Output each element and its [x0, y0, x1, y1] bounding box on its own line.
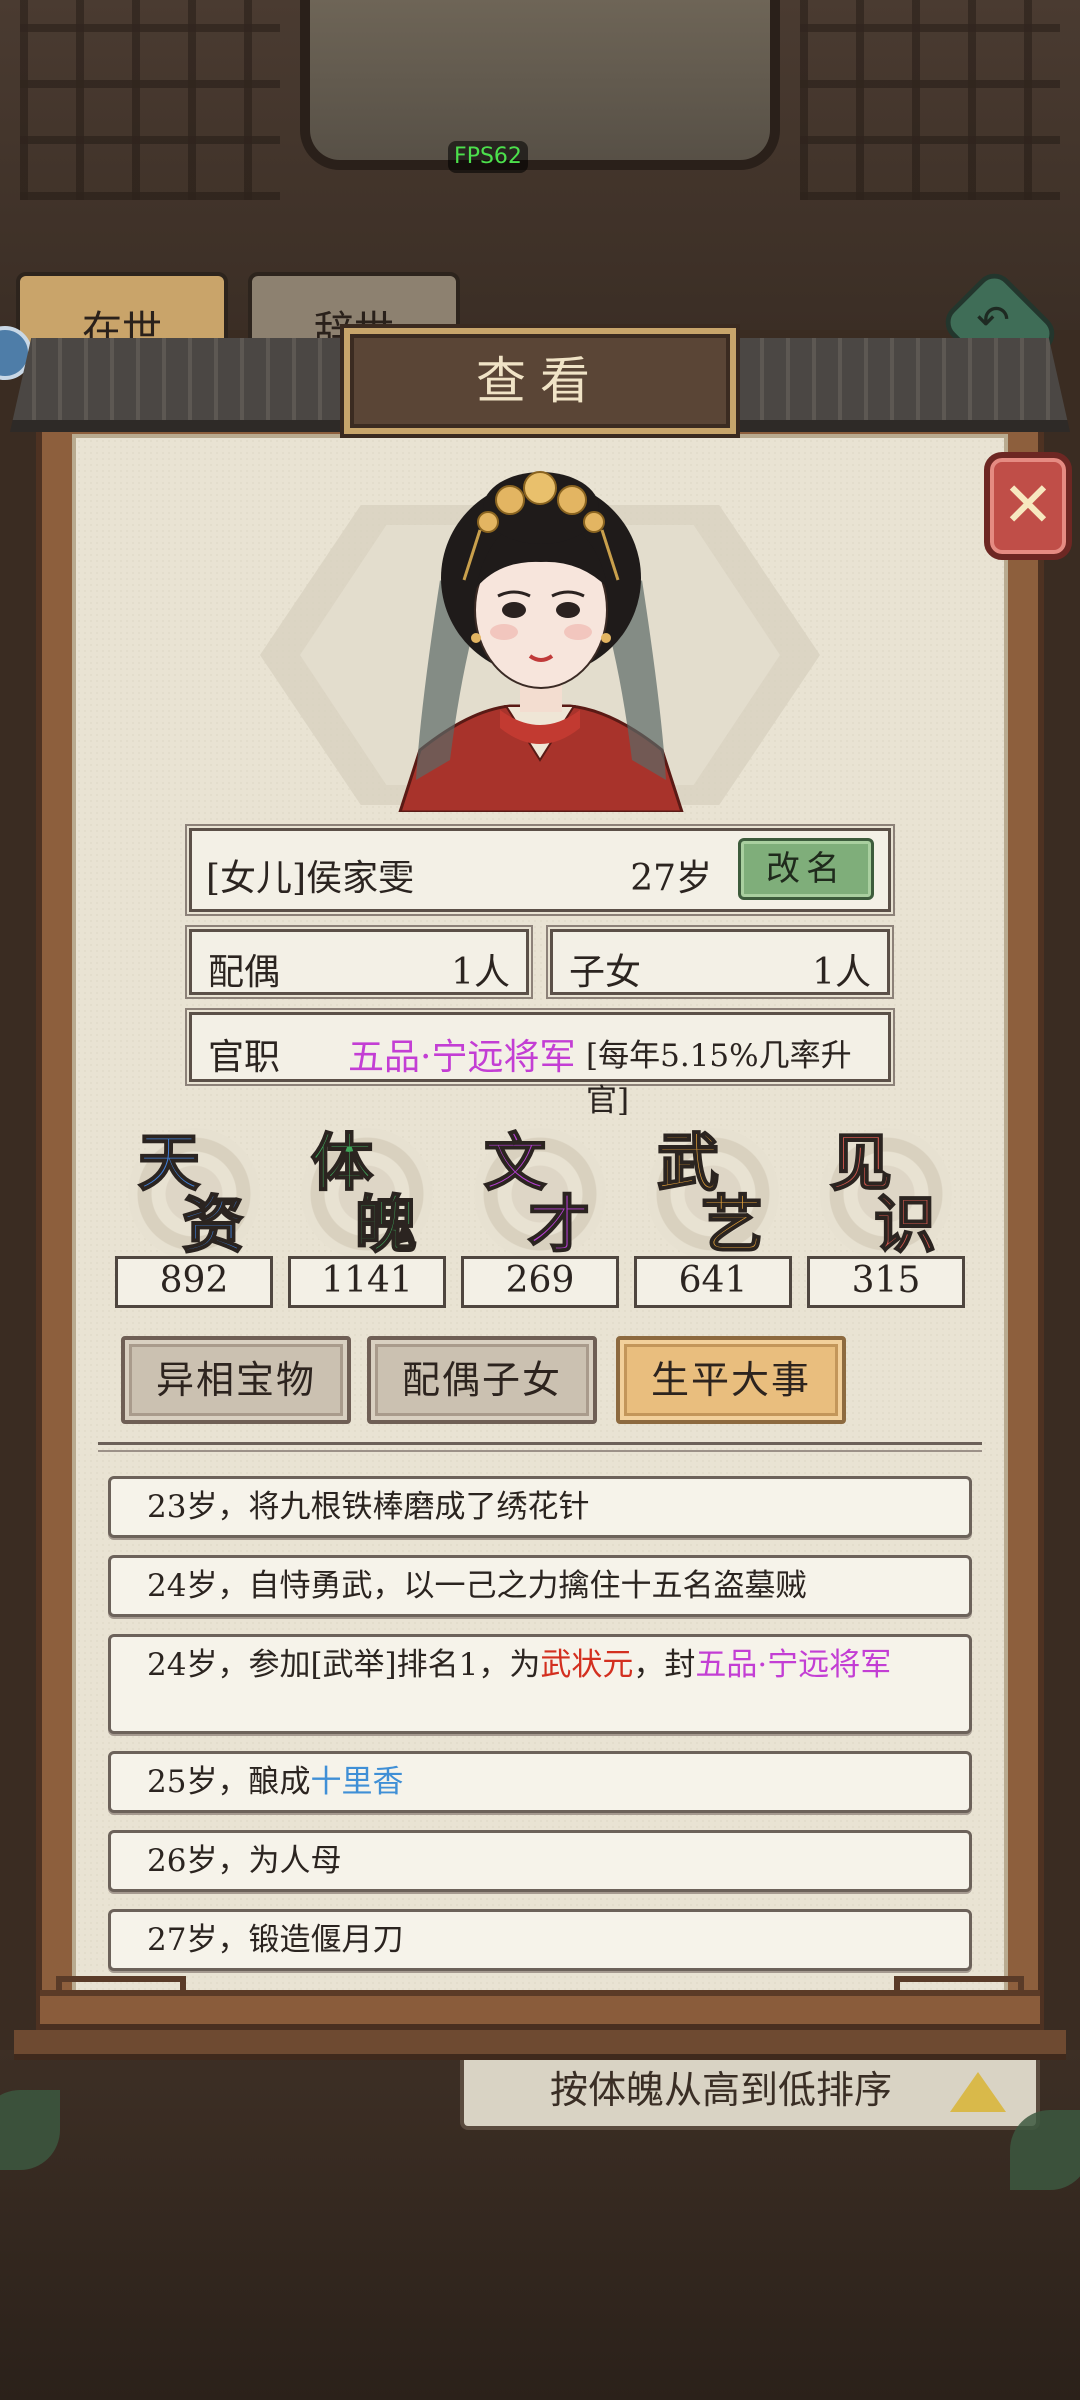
event-item: 25岁，酿成十里香	[108, 1751, 972, 1813]
dialog-title: 查看	[476, 352, 604, 410]
children-count: 1人	[812, 952, 871, 993]
event-item: 24岁，自恃勇武，以一己之力擒住十五名盗墓贼	[108, 1555, 972, 1617]
event-text: 26岁，为人母	[147, 1843, 342, 1879]
close-icon: ✕	[1002, 468, 1054, 541]
office-promotion: [每年5.15%几率升官]	[586, 1038, 852, 1119]
attribute-value-martial: 641	[634, 1256, 792, 1308]
event-text: 27岁，锻造偃月刀	[147, 1922, 404, 1958]
event-highlight-item: 十里香	[310, 1764, 404, 1800]
attribute-martial: 武 艺	[639, 1112, 779, 1262]
event-text-prefix: 24岁，参加[武举]排名1，为	[147, 1647, 541, 1683]
sort-label: 按体魄从高到低排序	[550, 2068, 893, 2112]
character-portrait	[398, 471, 684, 812]
section-divider	[98, 1442, 982, 1452]
tab-treasures[interactable]: 异相宝物	[121, 1336, 351, 1424]
sort-triangle-icon	[950, 2072, 1006, 2112]
attribute-knowledge: 见 识	[812, 1112, 952, 1262]
fps-counter: FPS62	[448, 141, 528, 173]
attribute-physique: 体 魄	[293, 1112, 433, 1262]
attribute-talent: 天 资	[120, 1112, 260, 1262]
event-highlight-title: 武状元	[540, 1647, 634, 1683]
event-item: 27岁，锻造偃月刀	[108, 1909, 972, 1971]
event-item: 24岁，参加[武举]排名1，为武状元，封五品·宁远将军	[108, 1634, 972, 1734]
lattice-right-decoration	[800, 0, 1060, 200]
event-text-mid: ，封	[633, 1647, 696, 1683]
dialog-bottom-rail	[40, 1990, 1040, 2030]
spouse-count: 1人	[451, 952, 510, 993]
tab-family[interactable]: 配偶子女	[367, 1336, 597, 1424]
attribute-value-physique: 1141	[288, 1256, 446, 1308]
spouse-box: 配偶 1人	[189, 929, 529, 995]
children-box: 子女 1人	[550, 929, 890, 995]
event-text: 23岁，将九根铁棒磨成了绣花针	[147, 1489, 590, 1525]
event-item: 23岁，将九根铁棒磨成了绣花针	[108, 1476, 972, 1538]
spouse-label: 配偶	[208, 952, 281, 993]
attribute-char-2: 识	[873, 1187, 937, 1262]
attribute-char-2: 才	[527, 1187, 591, 1262]
event-highlight-office: 五品·宁远将军	[695, 1647, 892, 1683]
painting-window-decoration	[300, 0, 780, 170]
event-text: 24岁，自恃勇武，以一己之力擒住十五名盗墓贼	[147, 1568, 807, 1604]
attribute-char-2: 艺	[700, 1187, 764, 1262]
attribute-value-talent: 892	[115, 1256, 273, 1308]
sort-button[interactable]: 按体魄从高到低排序	[460, 2050, 1040, 2130]
event-text-prefix: 25岁，酿成	[147, 1764, 311, 1800]
lattice-left-decoration	[20, 0, 280, 200]
children-label: 子女	[569, 952, 642, 993]
dialog-title-plaque: 查看	[340, 324, 740, 438]
attribute-char-2: 魄	[354, 1187, 418, 1262]
rename-button[interactable]: 改名	[738, 838, 874, 900]
attribute-value-knowledge: 315	[807, 1256, 965, 1308]
dialog-bottom-base	[14, 2030, 1066, 2060]
attribute-literary: 文 才	[466, 1112, 606, 1262]
close-button[interactable]: ✕	[984, 452, 1072, 560]
office-row: 官职 五品·宁远将军 [每年5.15%几率升官]	[189, 1012, 891, 1119]
office-label: 官职	[208, 1037, 281, 1078]
tab-life-events[interactable]: 生平大事	[616, 1336, 846, 1424]
leaf-decoration-right	[1010, 2110, 1080, 2190]
event-item: 26岁，为人母	[108, 1830, 972, 1892]
back-arrow-icon: ↶	[976, 296, 1010, 344]
character-name: [女儿]侯家雯	[206, 858, 415, 899]
office-value: 五品·宁远将军	[348, 1037, 576, 1078]
attribute-value-literary: 269	[461, 1256, 619, 1308]
character-age: 27岁	[630, 858, 712, 899]
attribute-char-2: 资	[181, 1187, 245, 1262]
